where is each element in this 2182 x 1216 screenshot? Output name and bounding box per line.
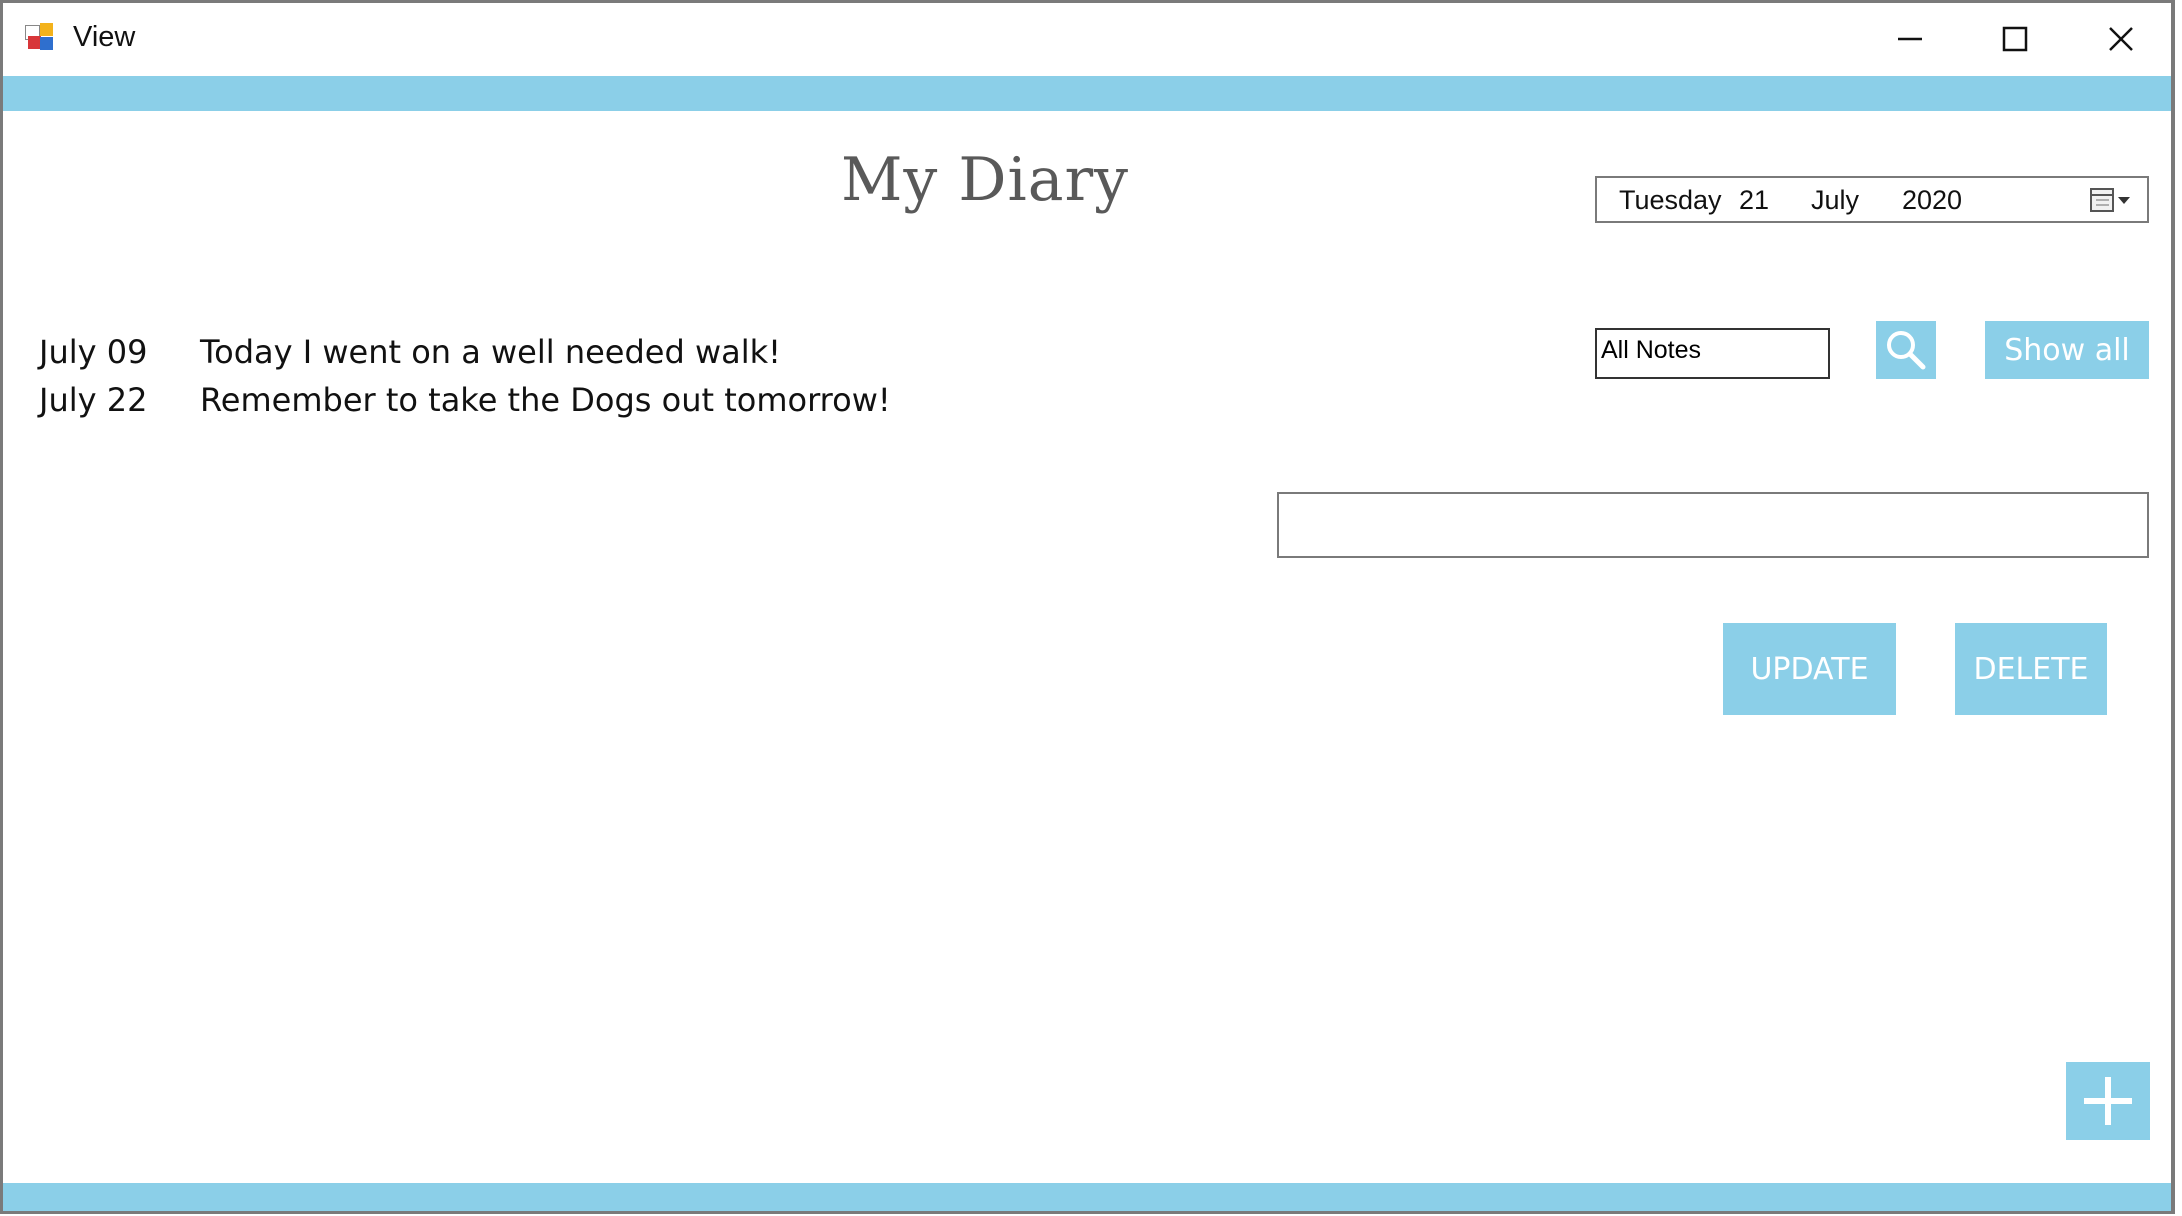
close-button[interactable] — [2069, 3, 2171, 75]
note-text-input[interactable] — [1277, 492, 2149, 558]
date-picker[interactable]: Tuesday 21 July 2020 — [1595, 176, 2149, 223]
entry-date: July 09 — [39, 333, 148, 371]
entry-date: July 22 — [39, 381, 148, 419]
show-all-button[interactable]: Show all — [1985, 321, 2149, 379]
calendar-dropdown-icon — [2090, 188, 2130, 212]
search-button[interactable] — [1876, 321, 1936, 379]
add-note-button[interactable] — [2066, 1062, 2150, 1140]
title-bar: View — [3, 3, 2171, 75]
note-filter-input[interactable]: All Notes — [1595, 328, 1830, 379]
close-icon — [2109, 27, 2133, 51]
footer-accent-bar — [3, 1183, 2171, 1211]
entry-text: Today I went on a well needed walk! — [200, 333, 781, 371]
date-day[interactable]: 21 — [1739, 185, 1769, 216]
page-title: My Diary — [841, 145, 1130, 215]
date-year[interactable]: 2020 — [1902, 185, 1962, 216]
delete-button[interactable]: DELETE — [1955, 623, 2107, 715]
minimize-button[interactable] — [1858, 3, 1962, 75]
header-accent-bar — [3, 76, 2171, 111]
update-button[interactable]: UPDATE — [1723, 623, 1896, 715]
date-month[interactable]: July — [1811, 185, 1859, 216]
plus-icon — [2084, 1077, 2132, 1125]
date-weekday[interactable]: Tuesday — [1619, 185, 1722, 216]
maximize-button[interactable] — [1963, 3, 2067, 75]
maximize-icon — [2002, 26, 2028, 52]
app-window: View My Diary Tuesday 21 July 2020 July … — [0, 0, 2175, 1214]
calendar-dropdown-button[interactable] — [2087, 184, 2137, 216]
windows-forms-app-icon — [25, 23, 57, 55]
search-icon — [1887, 331, 1926, 370]
window-title: View — [73, 21, 136, 53]
minimize-icon — [1898, 37, 1922, 41]
entry-text: Remember to take the Dogs out tomorrow! — [200, 381, 891, 419]
